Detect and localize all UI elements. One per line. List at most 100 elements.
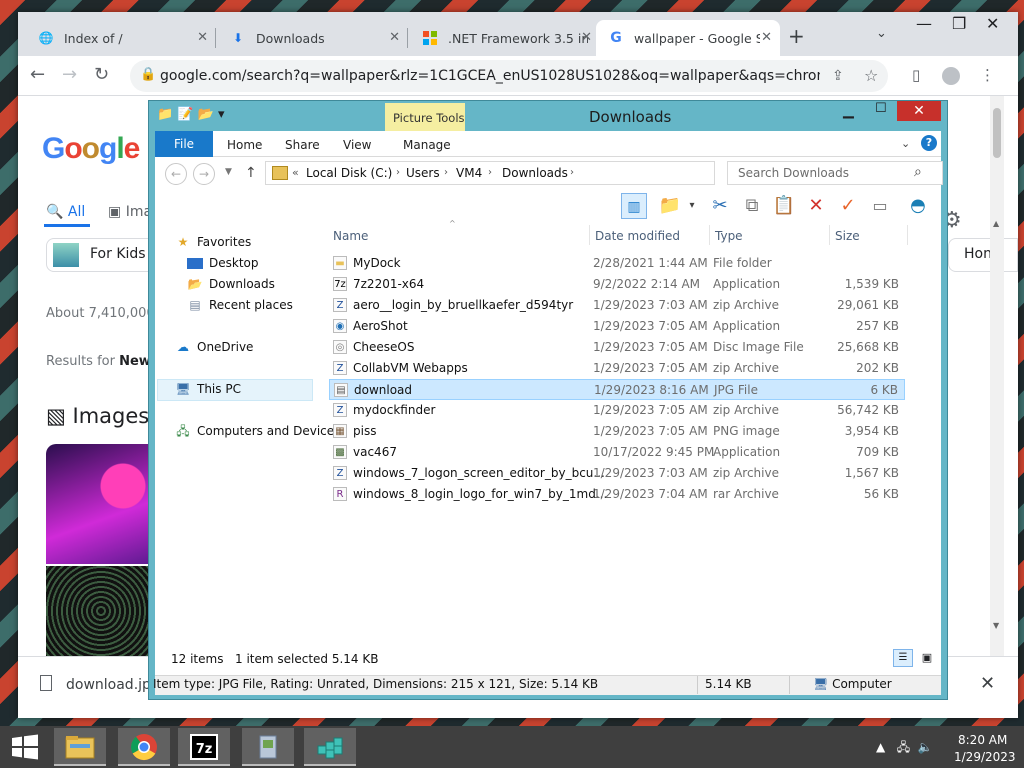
chevron-right-icon[interactable]: › [444, 167, 448, 178]
minimize-icon[interactable]: ▁ [843, 103, 854, 119]
taskbar-file-explorer[interactable] [54, 728, 106, 766]
clock-time[interactable]: 8:20 AM [958, 733, 1007, 747]
nav-recent-places[interactable]: ▤ Recent places [187, 298, 293, 312]
file-row[interactable]: Zwindows_7_logon_screen_editor_by_bcu...… [329, 463, 905, 484]
scroll-down-icon[interactable]: ▼ [993, 621, 999, 630]
nav-favorites[interactable]: ★ Favorites [175, 235, 252, 249]
clock-date[interactable]: 1/29/2023 [954, 750, 1016, 764]
chevron-right-icon[interactable]: › [570, 167, 574, 178]
details-view-icon[interactable]: ☰ [893, 649, 913, 667]
large-icons-view-icon[interactable]: ▣ [917, 649, 937, 667]
close-icon[interactable]: ✕ [197, 30, 208, 45]
quick-access-toolbar[interactable]: 📁 📝 📂 ▾ [157, 107, 224, 122]
address-bar[interactable]: 🔒 google.com/search?q=wallpaper&rlz=1C1G… [130, 60, 888, 92]
paste-icon[interactable]: 📋 [771, 193, 797, 219]
copy-icon[interactable]: ⧉ [739, 193, 765, 219]
nav-network[interactable]: 🖧 Computers and Device [175, 424, 334, 438]
column-header-date[interactable]: Date modified [595, 229, 680, 243]
google-doodle-logo[interactable]: Google [42, 132, 140, 166]
preview-pane-icon[interactable]: ▥ [621, 193, 647, 219]
ribbon-tab-share[interactable]: Share [285, 138, 320, 152]
share-icon[interactable]: ⇪ [832, 68, 844, 84]
search-box[interactable]: Search Downloads ⌕ [727, 161, 943, 185]
scroll-up-icon[interactable]: ▲ [993, 219, 999, 228]
breadcrumb-local-disk[interactable]: Local Disk (C:) [306, 166, 392, 180]
file-row[interactable]: Z CollabVM Webapps 1/29/2023 7:05 AM zip Ar… [329, 358, 905, 379]
ribbon-tab-home[interactable]: Home [227, 138, 262, 152]
close-icon[interactable]: ✕ [761, 30, 772, 45]
file-row[interactable]: Rwindows_8_login_logo_for_win7_by_1md...… [329, 484, 905, 505]
taskbar-7zip[interactable]: 7z [178, 728, 230, 766]
file-row[interactable]: ▬ MyDock 2/28/2021 1:44 AM File folder [329, 253, 905, 274]
delete-icon[interactable]: ✕ [803, 193, 829, 219]
close-icon[interactable]: ✕ [980, 673, 995, 694]
side-panel-icon[interactable]: ▯ [912, 66, 920, 84]
search-tab-all[interactable]: 🔍 All [46, 204, 85, 220]
volume-icon[interactable]: 🔈 [918, 740, 933, 754]
url-text[interactable]: google.com/search?q=wallpaper&rlz=1C1GCE… [160, 68, 820, 84]
forward-button[interactable]: → [193, 163, 215, 185]
maximize-icon[interactable]: ☐ [875, 101, 887, 116]
close-window-icon[interactable]: ✕ [897, 101, 941, 121]
help-icon[interactable]: ? [921, 135, 937, 151]
back-icon[interactable]: ← [30, 64, 45, 85]
up-arrow-icon[interactable]: ↑ [245, 165, 257, 181]
recent-locations-icon[interactable]: ▼ [225, 167, 232, 177]
download-item[interactable]: download.jpg [66, 677, 160, 693]
tab-wallpaper[interactable]: G wallpaper - Google Sea ✕ [596, 20, 780, 56]
taskbar-recycle-app[interactable] [242, 728, 294, 766]
nav-desktop[interactable]: Desktop [187, 256, 259, 270]
reload-icon[interactable]: ↻ [94, 64, 109, 85]
file-row[interactable]: ◉ AeroShot 1/29/2023 7:05 AM Application 257… [329, 316, 905, 337]
search-icon[interactable]: ⌕ [914, 164, 922, 180]
forward-icon[interactable]: → [62, 64, 77, 85]
search-tab-images[interactable]: ▣ Ima [108, 204, 152, 220]
nav-downloads[interactable]: 📂 Downloads [187, 277, 275, 291]
title-bar[interactable] [149, 101, 947, 131]
column-header-name[interactable]: Name [333, 229, 368, 243]
system-tray[interactable]: ▲ 🖧 🔈 [876, 738, 933, 759]
back-button[interactable]: ← [165, 163, 187, 185]
taskbar-cube-app[interactable] [304, 728, 356, 766]
file-row[interactable]: Zmydockfinder 1/29/2023 7:05 AM zip Archiv… [329, 400, 905, 421]
breadcrumb-vm4[interactable]: VM4 [456, 166, 482, 180]
breadcrumb-users[interactable]: Users [406, 166, 440, 180]
tab-downloads[interactable]: ⬇ Downloads ✕ [218, 20, 408, 56]
breadcrumb-overflow[interactable]: « [292, 166, 299, 179]
breadcrumb-downloads[interactable]: Downloads [502, 166, 568, 180]
chevron-up-icon[interactable]: ▲ [876, 740, 885, 754]
scrollbar-thumb[interactable] [993, 108, 1001, 158]
close-window-icon[interactable]: ✕ [986, 14, 999, 33]
chevron-right-icon[interactable]: › [488, 167, 492, 178]
file-row[interactable]: Zaero__login_by_bruellkaefer_d594tyr 1/29… [329, 295, 905, 316]
network-icon[interactable]: 🖧 [897, 740, 910, 754]
tab-dotnet[interactable]: .NET Framework 3.5 ins ✕ [410, 20, 600, 56]
bookmark-star-icon[interactable]: ☆ [864, 66, 878, 85]
file-row[interactable]: ◎ CheeseOS 1/29/2023 7:05 AM Disc Image Fil… [329, 337, 905, 358]
ribbon-tab-file[interactable]: File [155, 131, 213, 157]
image-result[interactable] [46, 566, 156, 656]
new-tab-icon[interactable]: + [788, 24, 805, 48]
nav-onedrive[interactable]: ☁ OneDrive [175, 340, 253, 354]
shell-icon[interactable]: ◓ [905, 193, 931, 219]
nav-this-pc[interactable]: 🖥 This PC [175, 382, 241, 396]
windows-start-icon[interactable] [10, 734, 40, 760]
tab-index[interactable]: 🌐 Index of / ✕ [26, 20, 216, 56]
cut-icon[interactable]: ✂ [707, 193, 733, 219]
taskbar-chrome[interactable] [118, 728, 170, 766]
more-menu-icon[interactable]: ⋮ [980, 66, 995, 84]
restore-icon[interactable]: ❐ [952, 14, 966, 33]
ribbon-tab-manage[interactable]: Manage [403, 138, 451, 152]
file-row[interactable]: ▤ download 1/29/2023 8:16 AM JPG File 6 KB [329, 379, 905, 400]
new-item-icon[interactable]: ▭ [867, 193, 893, 219]
column-header-size[interactable]: Size [835, 229, 860, 243]
file-row[interactable]: 7z 7z2201-x64 9/2/2022 2:14 AM Application 1… [329, 274, 905, 295]
chevron-down-icon[interactable]: ▾ [679, 193, 705, 219]
ribbon-tab-view[interactable]: View [343, 138, 371, 152]
image-result[interactable] [46, 444, 156, 564]
minimize-icon[interactable]: — [916, 14, 932, 33]
address-bar[interactable]: « Local Disk (C:) › Users › VM4 › Downlo… [265, 161, 823, 185]
close-icon[interactable]: ✕ [389, 30, 400, 45]
file-row[interactable]: ▦ piss 1/29/2023 7:05 AM PNG image 3,954 KB [329, 421, 905, 442]
rename-checkmark-icon[interactable]: ✓ [835, 193, 861, 219]
